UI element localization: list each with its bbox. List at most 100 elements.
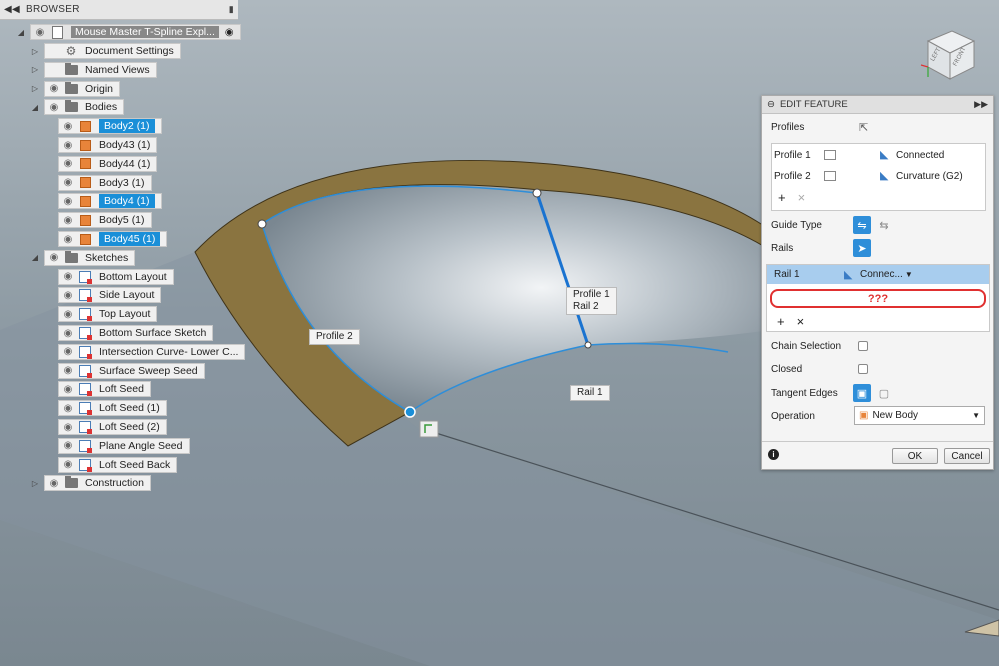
expand-arrow-icon[interactable]: ▷ xyxy=(30,47,40,56)
eye-icon[interactable]: ◉ xyxy=(59,422,77,433)
browser-item-surface-sweep-seed[interactable]: ◉ Surface Sweep Seed xyxy=(58,362,205,379)
operation-select[interactable]: ▣ New Body ▼ xyxy=(854,406,985,425)
browser-item-body3-1[interactable]: ◉ Body3 (1) xyxy=(58,174,152,191)
eye-icon[interactable]: ◉ xyxy=(59,403,77,414)
closed-label: Closed xyxy=(771,363,803,375)
eye-icon[interactable]: ◉ xyxy=(59,140,77,151)
eye-icon[interactable]: ◉ xyxy=(45,252,63,263)
eye-icon[interactable]: ◉ xyxy=(45,83,63,94)
remove-rail-button[interactable]: × xyxy=(797,314,805,329)
browser-header[interactable]: ◀◀ BROWSER ▮ xyxy=(0,0,238,20)
view-cube[interactable]: LEFT FRONT xyxy=(916,25,982,85)
browser-item-body5-1[interactable]: ◉ Body5 (1) xyxy=(58,212,152,229)
profile-continuity[interactable]: Connected xyxy=(896,150,944,161)
rail-row-1[interactable]: Rail 1 ◣ Connec... ▼ xyxy=(767,265,989,284)
keep-tangent-edges-button[interactable]: ▢ xyxy=(875,384,893,402)
browser-item-label: Loft Seed xyxy=(99,383,144,396)
cursor-select-icon[interactable]: ⇱ xyxy=(859,121,868,134)
eye-icon[interactable]: ◉ xyxy=(59,440,77,451)
browser-item-origin[interactable]: ▷ ◉ Origin xyxy=(30,80,121,97)
collapse-browser-icon[interactable]: ◀◀ xyxy=(4,4,20,15)
eye-icon[interactable]: ◉ xyxy=(59,346,77,357)
browser-item-bottom-layout[interactable]: ◉ Bottom Layout xyxy=(58,268,174,285)
activate-radio-icon[interactable]: ◉ xyxy=(225,27,234,38)
browser-item-side-layout[interactable]: ◉ Side Layout xyxy=(58,287,162,304)
expand-arrow-icon[interactable]: ◢ xyxy=(16,28,26,37)
folder-icon xyxy=(64,250,78,263)
browser-item-label: Sketches xyxy=(85,251,129,264)
browser-item-label: Intersection Curve- Lower C... xyxy=(99,345,239,358)
eye-icon[interactable]: ◉ xyxy=(45,102,63,113)
rail-continuity[interactable]: Connec... xyxy=(860,269,903,280)
browser-item-body45-1[interactable]: ◉ Body45 (1) xyxy=(58,231,168,247)
browser-item-label: Body45 (1) xyxy=(99,232,161,246)
browser-item-bottom-surface-sketch[interactable]: ◉ Bottom Surface Sketch xyxy=(58,325,214,341)
browser-item-body44-1[interactable]: ◉ Body44 (1) xyxy=(58,155,158,172)
folder-icon xyxy=(64,476,78,489)
expand-arrow-icon[interactable]: ▷ xyxy=(30,65,40,74)
browser-item-loft-seed-2[interactable]: ◉ Loft Seed (2) xyxy=(58,419,167,435)
eye-icon[interactable]: ◉ xyxy=(31,27,49,38)
browser-item-intersection-curve-lower-c[interactable]: ◉ Intersection Curve- Lower C... xyxy=(58,343,246,360)
profile-row-2[interactable]: Profile 2 ◣ Curvature (G2) xyxy=(774,168,963,184)
browser-item-construction[interactable]: ▷ ◉ Construction xyxy=(30,475,151,492)
eye-icon[interactable]: ◉ xyxy=(59,234,77,245)
rail-start-point xyxy=(404,406,416,418)
browser-item-body4-1[interactable]: ◉ Body4 (1) xyxy=(58,193,162,210)
ok-button[interactable]: OK xyxy=(892,448,938,464)
browser-root[interactable]: ◢ ◉ Mouse Master T-Spline Expl... ◉ xyxy=(16,24,241,40)
browser-item-label: Top Layout xyxy=(99,308,151,321)
browser-item-loft-seed[interactable]: ◉ Loft Seed xyxy=(58,381,151,398)
edit-feature-panel: ⊖ EDIT FEATURE ▶▶ Profiles ⇱ Profile 1 ◣… xyxy=(761,95,994,470)
rails-select-button[interactable]: ➤ xyxy=(853,239,871,257)
browser-item-loft-seed-1[interactable]: ◉ Loft Seed (1) xyxy=(58,400,167,417)
eye-icon[interactable]: ◉ xyxy=(59,384,77,395)
cancel-button[interactable]: Cancel xyxy=(944,448,990,464)
browser-item-top-layout[interactable]: ◉ Top Layout xyxy=(58,306,158,323)
profile-2-label: Profile 2 xyxy=(309,329,360,345)
merge-tangent-edges-button[interactable]: ▣ xyxy=(853,384,871,402)
add-profile-button[interactable]: + xyxy=(778,190,786,205)
profile-continuity[interactable]: Curvature (G2) xyxy=(896,171,963,182)
expand-arrow-icon[interactable]: ▷ xyxy=(30,84,40,93)
closed-checkbox[interactable] xyxy=(858,364,868,374)
browser-item-plane-angle-seed[interactable]: ◉ Plane Angle Seed xyxy=(58,437,190,454)
operation-label: Operation xyxy=(771,410,815,422)
rail-1-label: Rail 1 xyxy=(570,385,610,401)
browser-item-sketches[interactable]: ◢ ◉ Sketches xyxy=(30,249,136,266)
eye-icon[interactable]: ◉ xyxy=(59,215,77,226)
browser-item-bodies[interactable]: ◢ ◉ Bodies xyxy=(30,99,125,116)
info-icon[interactable]: i xyxy=(768,449,779,460)
eye-icon[interactable]: ◉ xyxy=(59,365,77,376)
add-rail-button[interactable]: + xyxy=(777,314,785,329)
browser-item-body2-1[interactable]: ◉ Body2 (1) xyxy=(58,118,162,135)
eye-icon[interactable]: ◉ xyxy=(59,328,77,339)
browser-item-named-views[interactable]: ▷ Named Views xyxy=(30,61,157,78)
centerline-guide-button[interactable]: ⇆ xyxy=(875,216,893,234)
eye-icon[interactable]: ◉ xyxy=(59,177,77,188)
eye-icon[interactable]: ◉ xyxy=(59,121,77,132)
eye-icon[interactable]: ◉ xyxy=(59,290,77,301)
chevron-down-icon[interactable]: ▼ xyxy=(905,270,913,279)
eye-icon[interactable]: ◉ xyxy=(59,459,77,470)
profile-row-1[interactable]: Profile 1 ◣ Connected xyxy=(774,147,944,163)
eye-icon[interactable]: ◉ xyxy=(59,271,77,282)
browser-item-loft-seed-back[interactable]: ◉ Loft Seed Back xyxy=(58,456,178,473)
body-icon xyxy=(79,195,91,207)
eye-icon[interactable]: ◉ xyxy=(59,196,77,207)
collapse-arrow-icon[interactable]: ◢ xyxy=(30,103,40,112)
collapse-arrow-icon[interactable]: ◢ xyxy=(30,253,40,262)
expand-arrow-icon[interactable]: ▷ xyxy=(30,479,40,488)
rails-guide-button[interactable]: ⇋ xyxy=(853,216,871,234)
eye-icon[interactable]: ◉ xyxy=(59,309,77,320)
edit-feature-header[interactable]: ⊖ EDIT FEATURE ▶▶ xyxy=(762,96,993,114)
browser-item-body43-1[interactable]: ◉ Body43 (1) xyxy=(58,137,158,153)
remove-profile-button[interactable]: × xyxy=(798,190,806,205)
collapse-icon[interactable]: ⊖ xyxy=(767,99,775,110)
pin-icon[interactable]: ▮ xyxy=(229,4,234,15)
eye-icon[interactable]: ◉ xyxy=(59,158,77,169)
chain-selection-checkbox[interactable] xyxy=(858,341,868,351)
expand-panel-icon[interactable]: ▶▶ xyxy=(974,99,988,110)
eye-icon[interactable]: ◉ xyxy=(45,478,63,489)
browser-item-document-settings[interactable]: ▷ ⚙ Document Settings xyxy=(30,43,181,59)
